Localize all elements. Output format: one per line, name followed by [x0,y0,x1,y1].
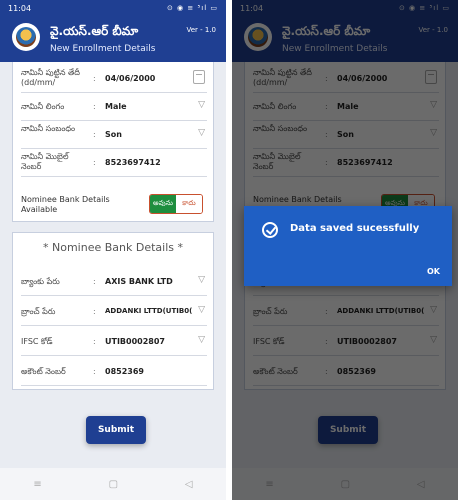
android-nav-bar: ≡ ▢ ◁ [0,468,226,500]
bank-details-card: * Nominee Bank Details * బ్యాంకు పేరు : … [12,232,214,390]
status-time: 11:04 [8,3,32,13]
branch-label: బ్రాంచ్ పేరు [21,307,56,316]
chevron-down-icon[interactable]: ▽ [198,275,205,285]
app-logo [12,23,40,51]
ifsc-value: UTIB0002807 [105,337,165,346]
chevron-down-icon[interactable]: ▽ [198,305,205,315]
nominee-bank-available-label: Nominee Bank Details Available [21,195,110,214]
phone-screen-form: 11:04 ⊙ ◉ ≡ ⁵ıl ▭ వై.యస్.ఆర్ బీమా New En… [0,0,226,500]
ifsc-label: IFSC కోడ్ [21,337,53,346]
phone-screen-dialog: 11:04 ⊙ ◉ ≡ ⁵ıl ▭ వై.యస్.ఆర్ బీమా New En… [232,0,458,500]
nominee-card: నామినీ పుట్టిన తేదీ (dd/mm/ : 04/06/2000… [12,62,214,222]
nav-recent-icon[interactable]: ▢ [109,479,118,490]
status-icons: ⊙ ◉ ≡ ⁵ıl ▭ [166,4,218,12]
toggle-yes-button[interactable]: అవును [150,195,176,213]
toggle-no-button[interactable]: కాదు [176,195,202,213]
account-number-field[interactable]: అకౌంట్ నెంబర్ : 0852369 [21,359,207,386]
nominee-relation-value: Son [105,130,122,139]
bank-name-label: బ్యాంకు పేరు [21,277,60,286]
success-dialog: Data saved sucessfully OK [244,206,452,286]
nominee-dob-row[interactable]: నామినీ పుట్టిన తేదీ (dd/mm/ : 04/06/2000 [21,66,207,93]
account-number-value: 0852369 [105,367,144,376]
calendar-icon[interactable] [193,70,205,84]
nominee-gender-select[interactable]: నామినీ లింగం : Male ▽ [21,94,207,121]
bank-name-select[interactable]: బ్యాంకు పేరు : AXIS BANK LTD ▽ [21,269,207,296]
nominee-relation-select[interactable]: నామినీ సంబంధం : Son ▽ [21,122,207,149]
nominee-mobile-field[interactable]: నామినీ మొబైల్ నెంబర్ : 8523697412 [21,150,207,177]
branch-value: ADDANKI LTTD(UTIB0( [105,307,193,315]
submit-button[interactable]: Submit [86,416,146,444]
nominee-gender-value: Male [105,102,127,111]
nominee-dob-label: నామినీ పుట్టిన తేదీ (dd/mm/ [21,68,80,87]
chevron-down-icon[interactable]: ▽ [198,335,205,345]
app-subtitle: New Enrollment Details [50,44,156,54]
dialog-ok-button[interactable]: OK [427,267,440,276]
nominee-mobile-value: 8523697412 [105,158,161,167]
chevron-down-icon[interactable]: ▽ [198,128,205,138]
nominee-dob-value: 04/06/2000 [105,74,156,83]
status-bar: 11:04 ⊙ ◉ ≡ ⁵ıl ▭ [0,0,226,16]
version-label: Ver - 1.0 [186,26,216,34]
check-circle-icon [262,222,278,238]
ifsc-select[interactable]: IFSC కోడ్ : UTIB0002807 ▽ [21,329,207,356]
form-content: నామినీ పుట్టిన తేదీ (dd/mm/ : 04/06/2000… [0,62,226,468]
nav-home-icon[interactable]: ≡ [33,479,41,490]
nominee-mobile-label: నామినీ మొబైల్ నెంబర్ [21,152,69,171]
chevron-down-icon[interactable]: ▽ [198,100,205,110]
bank-available-toggle[interactable]: అవును కాదు [149,194,203,214]
branch-select[interactable]: బ్రాంచ్ పేరు : ADDANKI LTTD(UTIB0( ▽ [21,299,207,326]
dialog-message: Data saved sucessfully [290,223,420,234]
app-title: వై.యస్.ఆర్ బీమా [50,24,139,38]
bank-name-value: AXIS BANK LTD [105,277,173,286]
nominee-relation-label: నామినీ సంబంధం [21,124,76,133]
app-bar: వై.యస్.ఆర్ బీమా New Enrollment Details V… [0,16,226,62]
account-number-label: అకౌంట్ నెంబర్ [21,367,66,376]
nav-back-icon[interactable]: ◁ [185,479,193,490]
nominee-gender-label: నామినీ లింగం [21,102,65,111]
bank-details-title: * Nominee Bank Details * [43,241,183,254]
